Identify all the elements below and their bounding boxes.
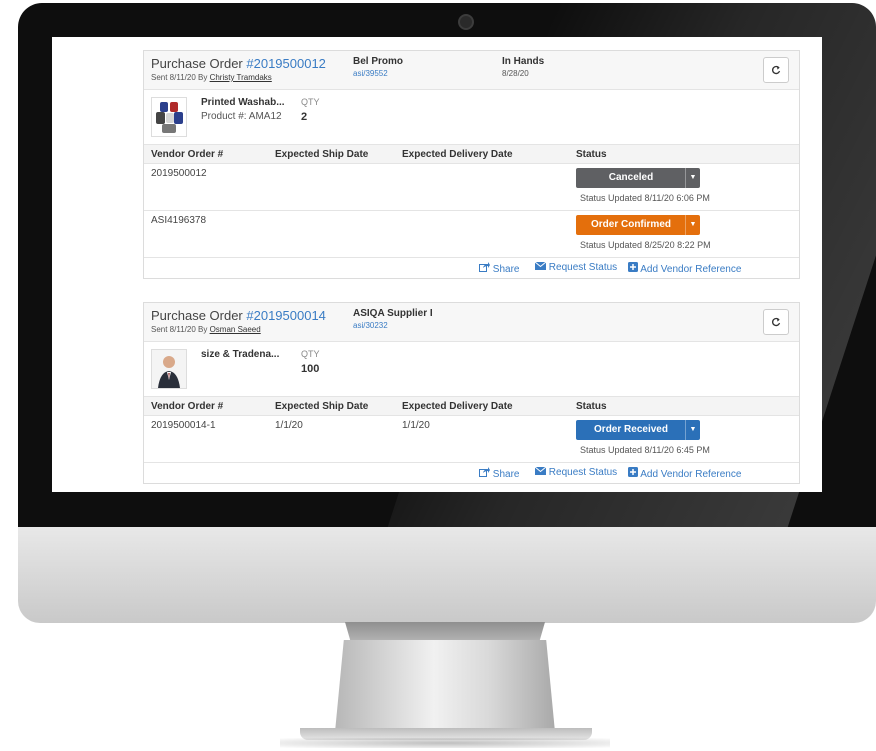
sender-link[interactable]: Osman Saeed xyxy=(210,325,261,334)
request-status-link[interactable]: Request Status xyxy=(534,466,618,478)
product-row: Printed Washab... Product #: AMA12 QTY 2 xyxy=(144,90,799,145)
col-vendor-order: Vendor Order # xyxy=(151,149,224,160)
add-vendor-reference-label: Add Vendor Reference xyxy=(640,469,742,480)
envelope-icon xyxy=(534,466,547,475)
qty-value: 100 xyxy=(301,363,320,375)
product-thumbnail[interactable] xyxy=(151,97,187,137)
vendor-order-number: 2019500014-1 xyxy=(151,420,216,431)
product-name: size & Tradena... xyxy=(201,349,280,360)
status-dropdown-canceled[interactable]: Canceled ▼ xyxy=(576,168,700,188)
po-header: Purchase Order #2019500012 Sent 8/11/20 … xyxy=(144,51,799,90)
plus-square-icon xyxy=(628,262,638,272)
webcam-icon xyxy=(458,14,474,30)
request-status-label: Request Status xyxy=(548,262,618,273)
add-vendor-reference-link[interactable]: Add Vendor Reference xyxy=(628,467,741,480)
po-title: Purchase Order #2019500014 xyxy=(151,308,326,323)
sender-link[interactable]: Christy Tramdaks xyxy=(210,73,272,82)
status-updated: Status Updated 8/11/20 6:45 PM xyxy=(580,445,710,455)
status-label: Order Confirmed xyxy=(590,219,671,230)
screen: Purchase Order #2019500012 Sent 8/11/20 … xyxy=(52,37,822,492)
po-sent-label: Sent 8/11/20 By xyxy=(151,325,210,334)
vendor-id-link[interactable]: asi/30232 xyxy=(353,321,388,330)
add-vendor-reference-label: Add Vendor Reference xyxy=(640,264,742,275)
po-number-link[interactable]: #2019500014 xyxy=(246,308,326,323)
vendor-order-number: 2019500012 xyxy=(151,168,207,179)
col-ship-date: Expected Ship Date xyxy=(275,401,369,412)
in-hands-date: 8/28/20 xyxy=(502,69,529,78)
table-header: Vendor Order # Expected Ship Date Expect… xyxy=(144,145,799,164)
status-dropdown-received[interactable]: Order Received ▼ xyxy=(576,420,700,440)
po-header: Purchase Order #2019500014 Sent 8/11/20 … xyxy=(144,303,799,342)
po-actions: Share Request Status Add Vendor Referenc… xyxy=(144,258,799,278)
po-sent-info: Sent 8/11/20 By Christy Tramdaks xyxy=(151,73,272,82)
refresh-button[interactable] xyxy=(763,57,789,83)
plus-square-icon xyxy=(628,467,638,477)
share-label: Share xyxy=(492,264,520,275)
po-actions: Share Request Status Add Vendor Referenc… xyxy=(144,463,799,483)
qty-value: 2 xyxy=(301,111,308,123)
table-header: Vendor Order # Expected Ship Date Expect… xyxy=(144,397,799,416)
col-status: Status xyxy=(576,401,607,412)
vendor-order-number: ASI4196378 xyxy=(151,215,207,226)
status-label: Order Received xyxy=(594,424,668,435)
request-status-link[interactable]: Request Status xyxy=(534,261,618,273)
refresh-icon xyxy=(772,65,781,75)
refresh-icon xyxy=(772,317,781,327)
po-sent-info: Sent 8/11/20 By Osman Saeed xyxy=(151,325,261,334)
col-delivery-date: Expected Delivery Date xyxy=(402,401,513,412)
qty-label: QTY xyxy=(301,349,320,359)
product-image-icon xyxy=(156,102,183,133)
status-updated: Status Updated 8/25/20 8:22 PM xyxy=(580,240,711,250)
monitor-chin xyxy=(18,527,876,623)
caret-down-icon[interactable]: ▼ xyxy=(685,215,700,235)
status-label: Canceled xyxy=(608,172,654,183)
envelope-icon xyxy=(534,261,547,270)
status-dropdown-confirmed[interactable]: Order Confirmed ▼ xyxy=(576,215,700,235)
col-status: Status xyxy=(576,149,607,160)
product-thumbnail[interactable] xyxy=(151,349,187,389)
monitor-stand xyxy=(335,640,555,732)
purchase-order-card: Purchase Order #2019500012 Sent 8/11/20 … xyxy=(143,50,800,279)
expected-delivery-date: 1/1/20 xyxy=(402,420,430,431)
po-sent-label: Sent 8/11/20 By xyxy=(151,73,210,82)
person-photo-icon xyxy=(152,350,186,388)
expected-ship-date: 1/1/20 xyxy=(275,420,303,431)
share-link[interactable]: Share xyxy=(479,262,519,275)
table-row: 2019500012 Canceled ▼ Status Updated 8/1… xyxy=(144,164,799,211)
product-number: Product #: AMA12 xyxy=(201,111,282,122)
status-updated: Status Updated 8/11/20 6:06 PM xyxy=(580,193,710,203)
qty-label: QTY xyxy=(301,97,320,107)
caret-down-icon[interactable]: ▼ xyxy=(685,168,700,188)
stand-shadow xyxy=(280,738,610,748)
vendor-name: ASIQA Supplier I xyxy=(353,308,433,319)
add-vendor-reference-link[interactable]: Add Vendor Reference xyxy=(628,262,741,275)
vendor-name: Bel Promo xyxy=(353,56,404,67)
col-ship-date: Expected Ship Date xyxy=(275,149,369,160)
po-number-link[interactable]: #2019500012 xyxy=(246,56,326,71)
share-icon xyxy=(479,262,490,272)
product-name: Printed Washab... xyxy=(201,97,285,108)
product-row: size & Tradena... QTY 100 xyxy=(144,342,799,397)
refresh-button[interactable] xyxy=(763,309,789,335)
col-delivery-date: Expected Delivery Date xyxy=(402,149,513,160)
table-row: 2019500014-1 1/1/20 1/1/20 Order Receive… xyxy=(144,416,799,463)
col-vendor-order: Vendor Order # xyxy=(151,401,224,412)
request-status-label: Request Status xyxy=(548,467,618,478)
po-title-label: Purchase Order xyxy=(151,56,247,71)
share-link[interactable]: Share xyxy=(479,467,519,480)
in-hands-label: In Hands xyxy=(502,56,545,67)
purchase-order-card: Purchase Order #2019500014 Sent 8/11/20 … xyxy=(143,302,800,484)
share-icon xyxy=(479,467,490,477)
caret-down-icon[interactable]: ▼ xyxy=(685,420,700,440)
share-label: Share xyxy=(492,469,520,480)
vendor-id-link[interactable]: asi/39552 xyxy=(353,69,388,78)
po-title: Purchase Order #2019500012 xyxy=(151,56,326,71)
table-row: ASI4196378 Order Confirmed ▼ Status Upda… xyxy=(144,211,799,258)
po-title-label: Purchase Order xyxy=(151,308,247,323)
